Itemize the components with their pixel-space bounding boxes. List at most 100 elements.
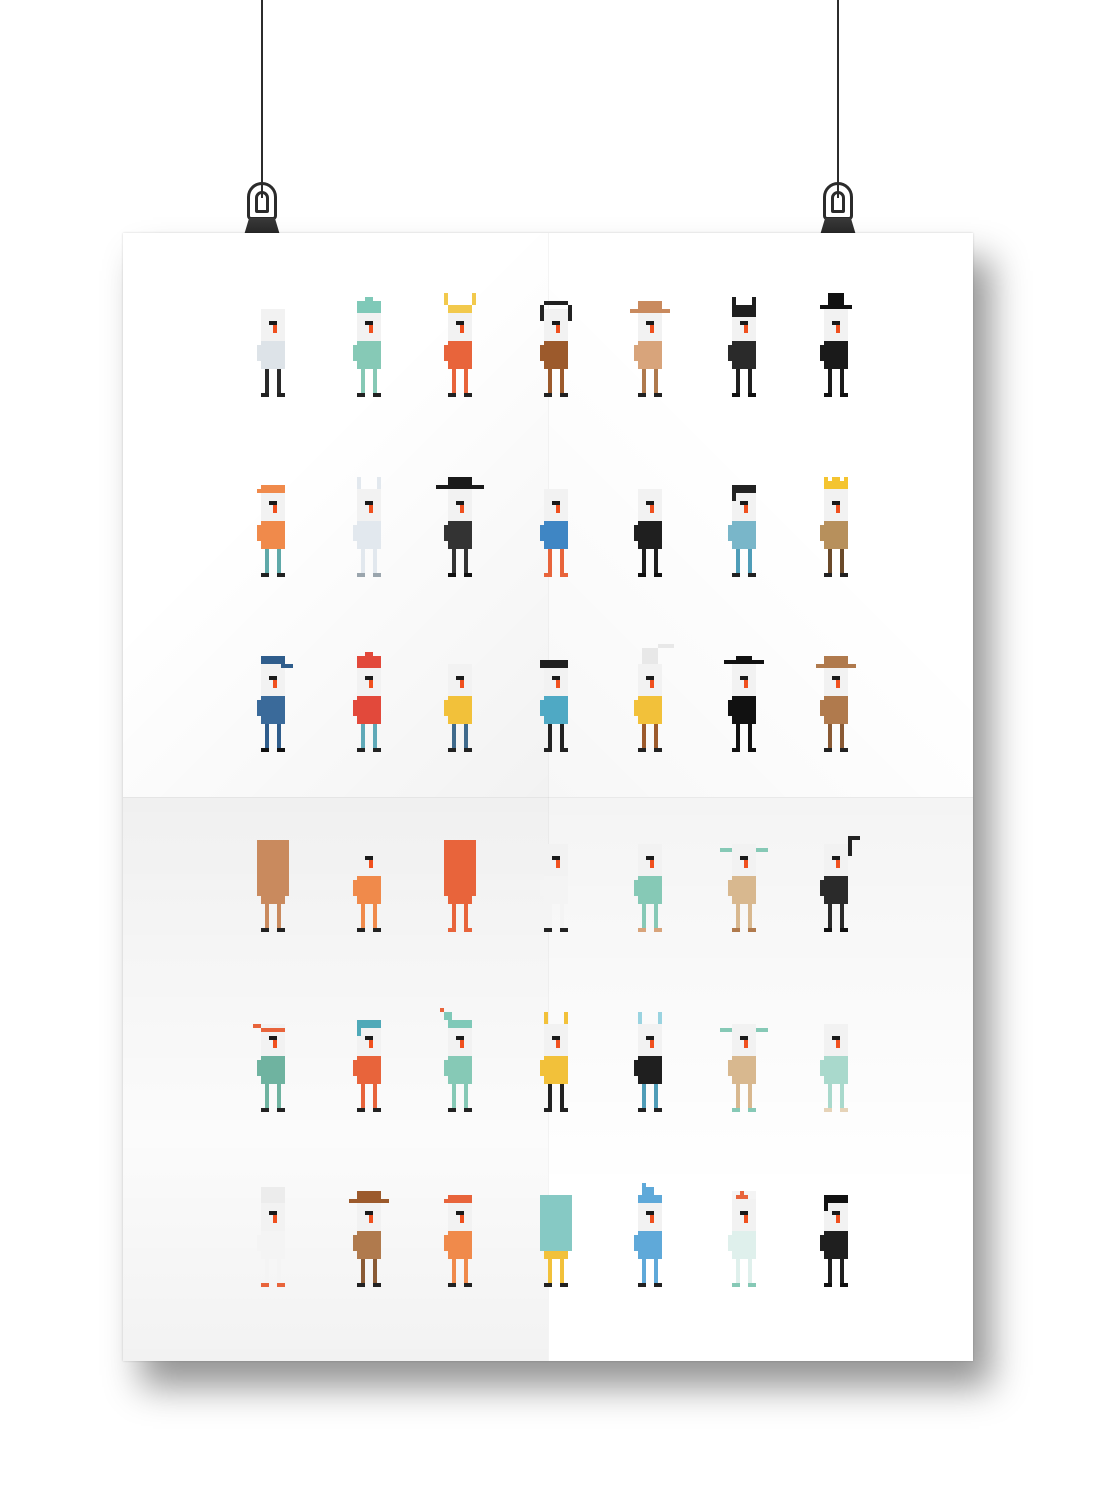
pixel-figure xyxy=(634,1012,662,1112)
pixel-figure xyxy=(634,1183,662,1287)
left-shoe xyxy=(732,393,740,397)
pixel-figure xyxy=(634,489,662,577)
right-leg xyxy=(654,720,658,748)
character-yellow-coat xyxy=(436,648,484,752)
character-swimmer xyxy=(812,1008,860,1112)
eye xyxy=(456,321,464,325)
eye xyxy=(365,1211,373,1215)
left-shoe xyxy=(448,573,456,577)
character-sailor-beanie xyxy=(345,293,393,397)
right-leg xyxy=(560,365,564,393)
left-shoe xyxy=(357,573,365,577)
left-shoe xyxy=(638,1283,646,1287)
right-leg xyxy=(373,900,377,928)
eye xyxy=(740,676,748,680)
right-leg xyxy=(560,720,564,748)
arm xyxy=(353,345,357,361)
right-leg xyxy=(277,365,281,393)
left-shoe xyxy=(357,748,365,752)
left-leg xyxy=(642,545,646,573)
eye xyxy=(552,856,560,860)
arm xyxy=(728,880,732,896)
eye xyxy=(365,1036,373,1040)
chef-hat xyxy=(261,1187,285,1203)
arm xyxy=(257,525,261,541)
left-leg xyxy=(361,1255,365,1283)
right-shoe xyxy=(654,573,662,577)
eye xyxy=(740,501,748,505)
left-leg xyxy=(736,1080,740,1108)
right-shoe xyxy=(464,393,472,397)
pixel-figure xyxy=(444,1195,472,1287)
character-chef xyxy=(249,1183,297,1287)
right-shoe xyxy=(373,573,381,577)
arm xyxy=(728,700,732,716)
eye xyxy=(832,1211,840,1215)
beak xyxy=(556,680,560,688)
character-teal-hair xyxy=(345,1008,393,1112)
beanie xyxy=(357,301,381,313)
pixel-figure xyxy=(720,844,768,932)
right-leg xyxy=(277,720,281,748)
character-plain xyxy=(249,293,297,397)
left-leg xyxy=(736,1255,740,1283)
arm xyxy=(353,525,357,541)
character-hotdog xyxy=(249,828,297,932)
eye xyxy=(269,501,277,505)
eye xyxy=(740,1036,748,1040)
beak xyxy=(460,505,464,513)
hat-crown xyxy=(448,477,472,485)
right-shoe xyxy=(277,1108,285,1112)
left-ear xyxy=(720,848,732,852)
character-alien xyxy=(626,1008,674,1112)
eye xyxy=(552,676,560,680)
right-leg xyxy=(277,900,281,928)
left-leg xyxy=(642,1080,646,1108)
left-horn xyxy=(444,293,448,305)
arm xyxy=(540,525,544,541)
pixel-figure xyxy=(728,485,756,577)
crown xyxy=(824,481,848,489)
right-shoe xyxy=(654,393,662,397)
left-shoe xyxy=(448,1108,456,1112)
character-bee xyxy=(532,1008,580,1112)
left-leg xyxy=(548,1080,552,1108)
beak xyxy=(556,325,560,333)
left-shoe xyxy=(824,573,832,577)
hat-brim xyxy=(436,485,484,489)
left-leg xyxy=(548,900,552,928)
right-shoe xyxy=(560,748,568,752)
torso xyxy=(261,696,285,724)
right-leg xyxy=(277,1080,281,1108)
left-leg xyxy=(265,1255,269,1283)
left-leg xyxy=(828,545,832,573)
arm xyxy=(728,345,732,361)
right-shoe xyxy=(840,748,848,752)
right-leg xyxy=(748,1080,752,1108)
pixel-figure xyxy=(257,840,289,932)
torso xyxy=(732,1231,756,1259)
right-shoe xyxy=(840,928,848,932)
right-shoe xyxy=(654,928,662,932)
left-leg xyxy=(548,545,552,573)
right-shoe xyxy=(840,573,848,577)
left-leg xyxy=(361,900,365,928)
beak xyxy=(369,505,373,513)
pixel-figure xyxy=(353,477,381,577)
left-leg xyxy=(452,720,456,748)
torso xyxy=(824,1231,848,1259)
right-shoe xyxy=(560,1283,568,1287)
left-leg xyxy=(361,365,365,393)
eye xyxy=(740,321,748,325)
left-antenna xyxy=(357,477,361,489)
left-shoe xyxy=(638,928,646,932)
pixel-figure xyxy=(349,1191,389,1287)
pixel-figure xyxy=(540,1012,568,1112)
pixel-figure xyxy=(820,1024,848,1112)
beak xyxy=(556,505,560,513)
eye xyxy=(552,501,560,505)
elf-hat-tip xyxy=(444,1012,452,1020)
character-mint-robe xyxy=(626,828,674,932)
pixel-figure xyxy=(630,301,670,397)
left-leg xyxy=(828,1255,832,1283)
